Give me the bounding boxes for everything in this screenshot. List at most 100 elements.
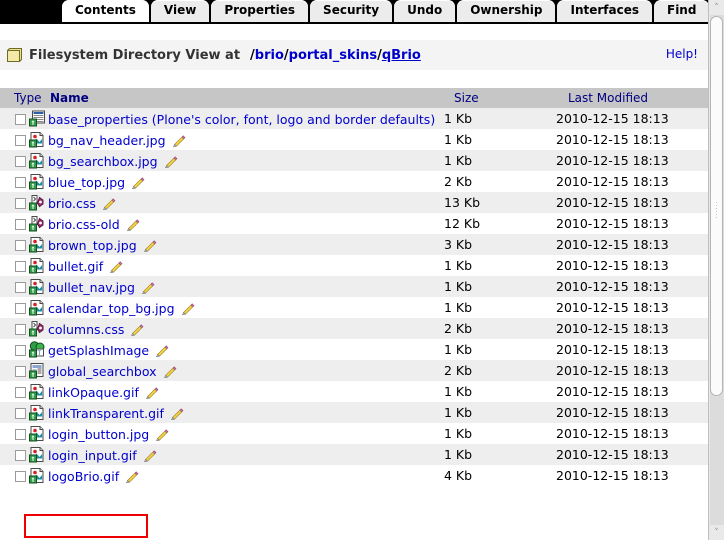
object-name-cell: login_button.jpg [48,423,444,444]
image-icon[interactable] [26,297,48,318]
pencil-edit-icon[interactable] [149,427,169,442]
object-link[interactable]: base_properties (Plone's color, font, lo… [48,112,435,127]
object-link[interactable]: bullet_nav.jpg [48,280,135,295]
pencil-edit-icon[interactable] [164,406,184,421]
image-icon[interactable] [26,150,48,171]
pencil-edit-icon[interactable] [96,196,116,211]
tab-ownership[interactable]: Ownership [457,0,556,22]
object-link[interactable]: linkTransparent.gif [48,406,164,421]
row-checkbox[interactable] [15,198,26,209]
tab-find[interactable]: Find [654,0,708,22]
row-checkbox[interactable] [15,387,26,398]
stylesheet-icon[interactable] [26,318,48,339]
row-checkbox[interactable] [15,408,26,419]
objects-listing-table: Type Name Size Last Modified base_proper… [0,88,708,486]
object-link[interactable]: columns.css [48,322,124,337]
row-checkbox[interactable] [15,177,26,188]
row-checkbox[interactable] [15,345,26,356]
image-icon[interactable] [26,423,48,444]
pencil-edit-icon[interactable] [137,448,157,463]
object-link[interactable]: global_searchbox [48,364,157,379]
object-link[interactable]: calendar_top_bg.jpg [48,301,175,316]
pencil-edit-icon[interactable] [119,469,139,484]
pencil-edit-icon[interactable] [125,175,145,190]
column-header-last-modified[interactable]: Last Modified [556,88,708,108]
pencil-edit-icon[interactable] [124,322,144,337]
object-link[interactable]: login_input.gif [48,448,137,463]
pencil-edit-icon[interactable] [175,301,195,316]
image-icon[interactable] [26,276,48,297]
tab-security[interactable]: Security [310,0,393,22]
object-link[interactable]: bullet.gif [48,259,103,274]
column-header-size[interactable]: Size [444,88,556,108]
image-icon[interactable] [26,465,48,486]
row-select-cell [0,423,26,444]
pencil-edit-icon[interactable] [135,280,155,295]
pencil-edit-icon[interactable] [137,238,157,253]
breadcrumb-link-portal_skins[interactable]: portal_skins [289,48,377,63]
row-checkbox[interactable] [15,471,26,482]
object-last-modified: 2010-12-15 18:13 [556,426,669,441]
pencil-edit-icon[interactable] [139,385,159,400]
stylesheet-icon[interactable] [26,192,48,213]
tab-interfaces[interactable]: Interfaces [557,0,652,22]
object-name-cell: brio.css [48,192,444,213]
stylesheet-icon[interactable] [26,213,48,234]
row-checkbox[interactable] [15,303,26,314]
row-checkbox[interactable] [15,261,26,272]
image-icon[interactable] [26,255,48,276]
object-link[interactable]: brio.css-old [48,217,120,232]
object-link[interactable]: linkOpaque.gif [48,385,139,400]
row-checkbox[interactable] [15,114,26,125]
image-icon[interactable] [26,129,48,150]
breadcrumb-link-qBrio[interactable]: qBrio [382,48,421,63]
row-checkbox[interactable] [15,450,26,461]
row-checkbox[interactable] [15,324,26,335]
object-last-modified: 2010-12-15 18:13 [556,447,669,462]
page-template-icon[interactable] [26,360,48,381]
scroll-up-icon[interactable]: ˄ [709,0,724,15]
tab-undo[interactable]: Undo [394,0,456,22]
tab-contents[interactable]: Contents [62,0,149,22]
column-header-type[interactable]: Type [0,88,48,108]
pencil-edit-icon[interactable] [149,343,169,358]
object-link[interactable]: bg_nav_header.jpg [48,133,166,148]
tab-properties[interactable]: Properties [211,0,309,22]
object-link[interactable]: brio.css [48,196,96,211]
object-link[interactable]: logoBrio.gif [48,469,119,484]
vertical-scrollbar[interactable]: ˄ ˅ [708,0,724,540]
tab-view[interactable]: View [150,0,210,22]
row-checkbox[interactable] [15,366,26,377]
pencil-edit-icon[interactable] [158,154,178,169]
pencil-edit-icon[interactable] [103,259,123,274]
pencil-edit-icon[interactable] [157,364,177,379]
breadcrumb-link-brio[interactable]: brio [255,48,284,63]
column-header-name[interactable]: Name [48,88,444,108]
row-checkbox[interactable] [15,219,26,230]
image-icon[interactable] [26,381,48,402]
row-checkbox[interactable] [15,156,26,167]
row-checkbox[interactable] [15,240,26,251]
object-link[interactable]: login_button.jpg [48,427,149,442]
image-icon[interactable] [26,444,48,465]
scrollbar-thumb[interactable] [710,16,723,396]
object-link[interactable]: bg_searchbox.jpg [48,154,158,169]
row-checkbox[interactable] [15,282,26,293]
pencil-edit-icon[interactable] [166,133,186,148]
row-checkbox[interactable] [15,429,26,440]
script-icon[interactable]: T [26,339,48,360]
image-icon[interactable] [26,234,48,255]
help-link[interactable]: Help! [666,47,698,61]
object-link[interactable]: brown_top.jpg [48,238,137,253]
image-icon[interactable] [26,171,48,192]
image-icon[interactable] [26,402,48,423]
scroll-down-icon[interactable]: ˅ [709,525,724,540]
object-link[interactable]: blue_top.jpg [48,175,125,190]
object-name-wrapper: calendar_top_bg.jpg [48,301,195,316]
object-name-cell: login_input.gif [48,444,444,465]
properties-icon[interactable] [26,108,48,129]
pencil-edit-icon[interactable] [120,217,140,232]
row-checkbox[interactable] [15,135,26,146]
object-last-modified: 2010-12-15 18:13 [556,363,669,378]
object-link[interactable]: getSplashImage [48,343,149,358]
